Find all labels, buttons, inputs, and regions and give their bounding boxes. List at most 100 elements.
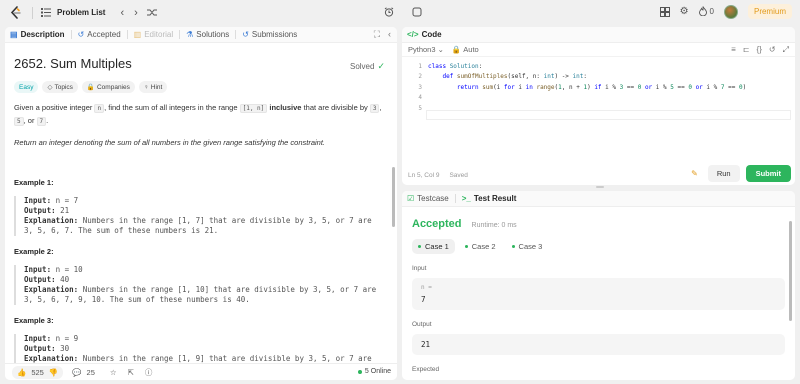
format-icon[interactable]: ≡ <box>731 45 736 55</box>
language-select[interactable]: Python3 ⌄ <box>408 45 444 54</box>
line-number: 4 <box>418 94 422 102</box>
online-dot-icon <box>357 369 362 374</box>
reset-icon[interactable]: ↺ <box>769 45 776 55</box>
example-title: Example 2: <box>14 247 54 256</box>
problem-title[interactable]: 2652. Sum Multiples <box>14 56 384 71</box>
code-line: class Solution: <box>428 63 483 70</box>
timer-icon[interactable] <box>380 4 398 20</box>
tag-icon: ◇ <box>47 84 53 91</box>
terminal-icon: >_ <box>461 194 471 203</box>
note-pencil-icon[interactable]: ✎ <box>691 169 698 178</box>
desc-text: , find the sum of all integers in the ra… <box>104 103 240 112</box>
tab-submissions[interactable]: ↺ Submissions <box>242 30 297 39</box>
companies-tag[interactable]: 🔒 Companies <box>81 81 135 93</box>
saved-status: Saved <box>449 172 468 179</box>
settings-gear-icon[interactable]: ⚙ <box>680 6 689 17</box>
line-number: 1 <box>418 63 422 70</box>
code-actions: ✎ Run Submit <box>691 165 791 182</box>
tab-editorial[interactable]: ▥ Editorial <box>134 30 173 39</box>
comment-count: 25 <box>86 367 95 377</box>
output-value: 30 <box>55 344 70 353</box>
result-panel: ☑ Testcase >_ Test Result Accepted Runti… <box>402 191 795 380</box>
output-value: 21 <box>421 340 431 349</box>
verdict-label: Accepted <box>412 218 462 230</box>
tab-test-result[interactable]: >_ Test Result <box>462 194 517 203</box>
shuffle-icon[interactable] <box>146 8 157 17</box>
code-editor[interactable]: 1 2 3 4 5 class Solution: def sumOfMulti… <box>402 57 795 169</box>
description-panel: ▤ Description ↺ Accepted ▥ Editorial ⚗ S… <box>5 27 397 380</box>
fullscreen-icon[interactable]: ⤢ <box>783 45 789 55</box>
line-number: 5 <box>418 104 422 112</box>
cursor-position: Ln 5, Col 9 <box>408 172 440 179</box>
editor-status: Ln 5, Col 9 Saved <box>408 172 468 179</box>
prev-problem-icon[interactable]: ‹ <box>120 7 124 19</box>
tab-testcase[interactable]: ☑ Testcase <box>407 194 449 203</box>
submit-button[interactable]: Submit <box>745 165 791 182</box>
code-line: return sum(i for i in range(1, n + 1) if… <box>456 83 747 91</box>
tab-solutions[interactable]: ⚗ Solutions <box>186 30 229 39</box>
line-numbers: 1 2 3 4 5 <box>402 62 422 114</box>
braces-icon[interactable]: {} <box>757 45 762 55</box>
input-label: Input: <box>24 196 52 205</box>
explanation-text: Numbers in the range [1, 9] that are div… <box>78 354 372 363</box>
user-avatar[interactable] <box>723 4 738 19</box>
flame-icon <box>698 5 707 18</box>
tab-code[interactable]: </> Code <box>407 30 442 39</box>
tab-description[interactable]: ▤ Description <box>10 30 65 39</box>
input-value: 7 <box>421 295 426 304</box>
explanation-label: Explanation: <box>24 216 79 225</box>
explanation-label: Explanation: <box>24 354 79 363</box>
top-bar: Problem List ‹ › ⚙ 0 Premium <box>0 0 800 25</box>
expand-icon[interactable]: ⛶ <box>374 29 380 40</box>
case-tab[interactable]: Case 1 <box>412 239 455 254</box>
example-title: Example 1: <box>14 178 54 187</box>
next-problem-icon[interactable]: › <box>134 7 138 19</box>
streak-counter[interactable]: 0 <box>698 5 714 18</box>
panel-resize-handle[interactable] <box>596 186 604 188</box>
input-value: n = 10 <box>51 265 83 274</box>
inline-code: [1, n] <box>239 104 268 113</box>
result-scrollbar[interactable] <box>789 221 792 321</box>
layout-icon[interactable] <box>659 6 670 17</box>
premium-button[interactable]: Premium <box>747 4 792 19</box>
description-scrollbar[interactable] <box>392 167 395 227</box>
collapse-chevron-icon[interactable]: ‹ <box>388 29 391 40</box>
tab-testcase-label: Testcase <box>417 194 449 203</box>
verdict-row: Accepted Runtime: 0 ms <box>412 218 785 230</box>
tab-editorial-label: Editorial <box>144 30 174 39</box>
topics-tag[interactable]: ◇ Topics <box>42 81 78 93</box>
star-icon[interactable]: ☆ <box>110 368 117 377</box>
help-icon[interactable]: ⓘ <box>145 367 153 378</box>
language-label: Python3 <box>408 45 436 54</box>
description-paragraph: Given a positive integer n, find the sum… <box>14 102 384 128</box>
run-button[interactable]: Run <box>707 165 740 182</box>
notes-icon[interactable] <box>408 4 426 20</box>
comment-icon[interactable]: 💬 <box>72 368 81 377</box>
hint-tag[interactable]: ♀ Hint <box>138 81 168 93</box>
explanation-label: Explanation: <box>24 285 79 294</box>
bookmark-icon[interactable]: ⊏ <box>743 45 750 55</box>
list-icon[interactable] <box>41 8 51 17</box>
input-label: Input: <box>24 334 52 343</box>
output-label: Output: <box>24 275 56 284</box>
lightbulb-icon: ♀ <box>143 83 149 91</box>
example-block: Input: n = 10 Output: 40 Explanation: Nu… <box>14 265 384 305</box>
problem-list-link[interactable]: Problem List <box>57 8 105 17</box>
inline-code: 7 <box>36 117 47 126</box>
divider <box>70 30 72 39</box>
auto-mode[interactable]: Auto <box>463 45 478 54</box>
thumbs-up-icon[interactable]: 👍 <box>17 368 26 377</box>
tab-code-label: Code <box>421 30 442 39</box>
share-icon[interactable]: ⇱ <box>128 368 134 377</box>
difficulty-badge: Easy <box>14 81 39 93</box>
history-icon: ↺ <box>242 30 249 39</box>
tab-accepted[interactable]: ↺ Accepted <box>78 30 121 39</box>
input-value: n = 9 <box>51 334 79 343</box>
case-tab[interactable]: Case 2 <box>459 239 502 254</box>
thumbs-down-icon[interactable]: 👎 <box>49 368 58 377</box>
desc-text: that are divisible by <box>301 103 370 112</box>
leetcode-logo-icon[interactable] <box>8 6 22 20</box>
divider <box>126 30 128 39</box>
case-tab[interactable]: Case 3 <box>506 239 549 254</box>
